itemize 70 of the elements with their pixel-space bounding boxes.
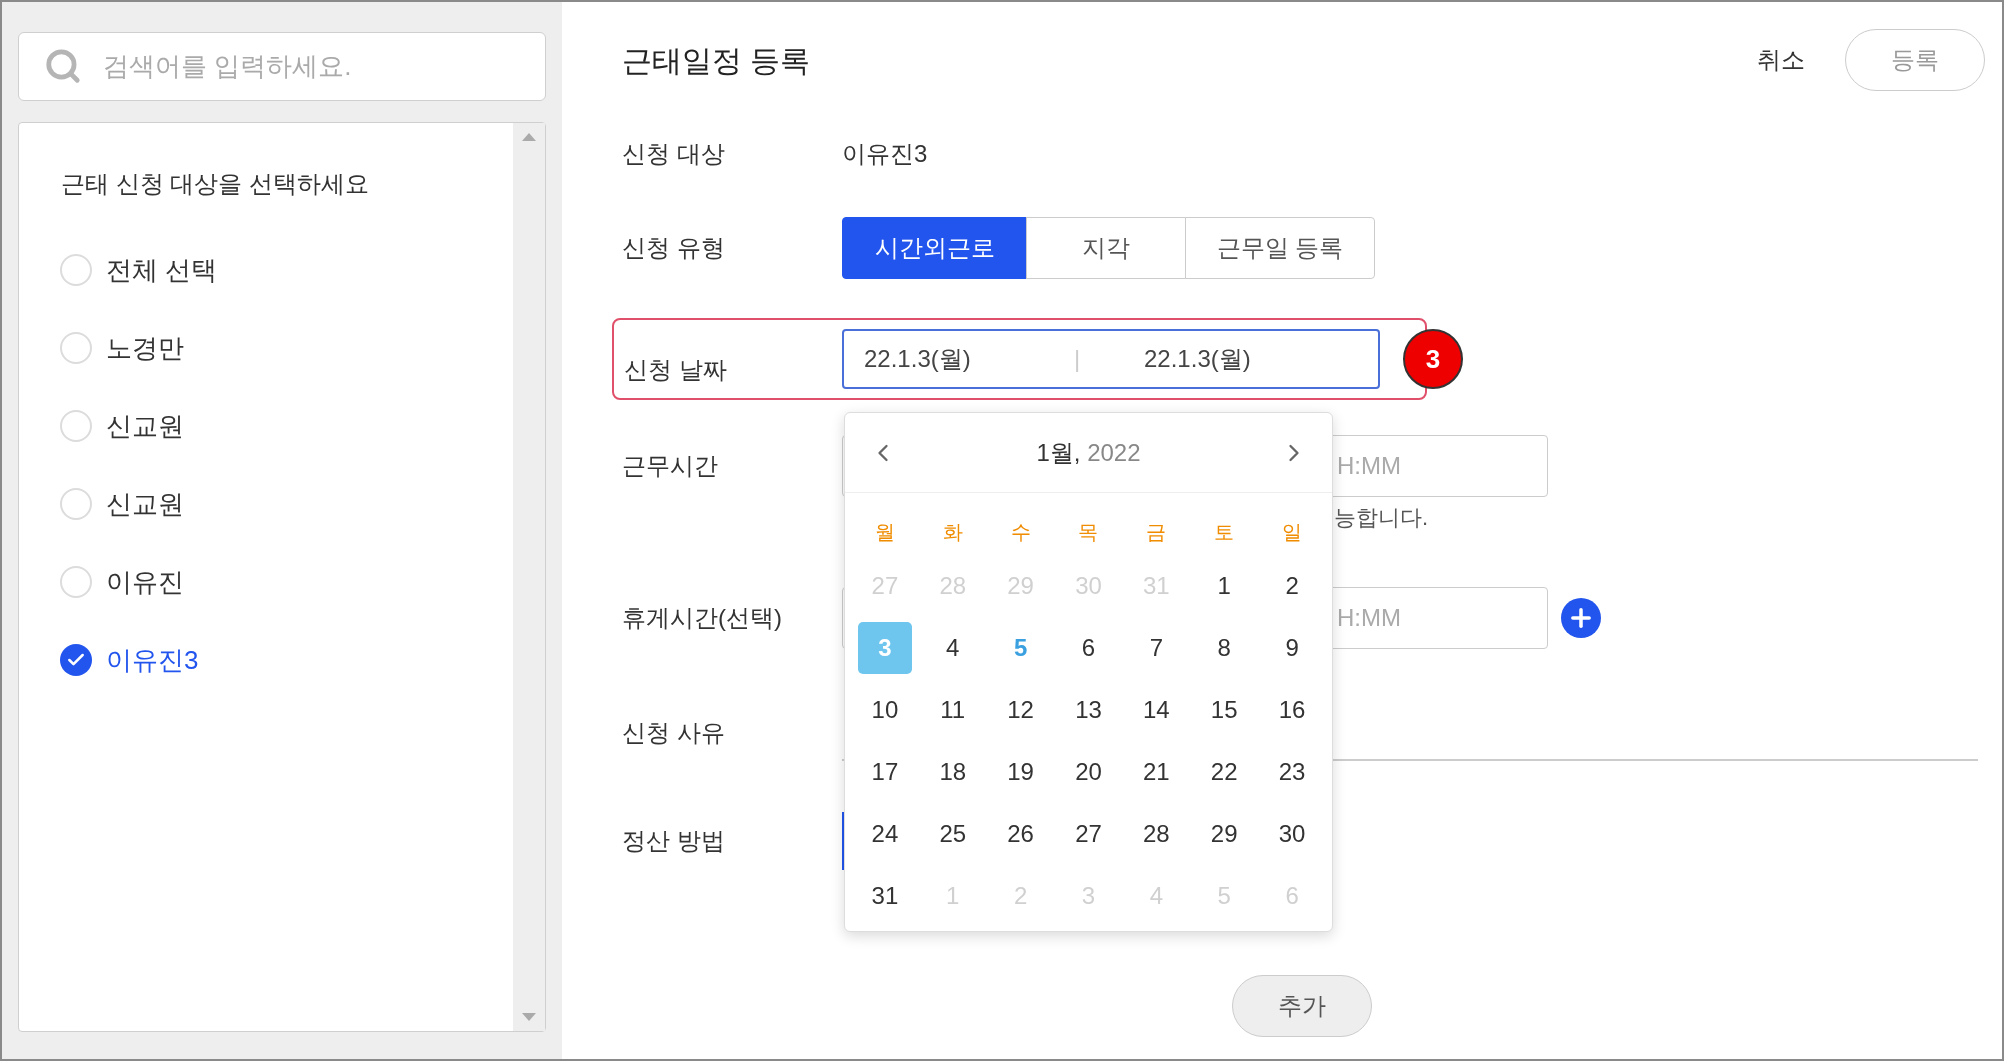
target-option[interactable]: 이유진 (60, 543, 513, 621)
add-icon[interactable] (1561, 598, 1601, 638)
add-button[interactable]: 추가 (1232, 975, 1372, 1037)
calendar-day[interactable]: 10 (857, 684, 912, 736)
search-icon (44, 47, 82, 85)
calendar-day[interactable]: 21 (1129, 746, 1184, 798)
field-label: 근무시간 (622, 451, 719, 481)
field-label: 신청 날짜 (624, 355, 728, 385)
calendar-day[interactable]: 7 (1129, 622, 1184, 674)
radio-icon (60, 254, 92, 286)
calendar-day[interactable]: 17 (857, 746, 912, 798)
field-label: 신청 사유 (622, 718, 726, 748)
calendar-day[interactable]: 6 (1061, 622, 1116, 674)
calendar-day[interactable]: 4 (925, 622, 980, 674)
calendar-day[interactable]: 8 (1197, 622, 1252, 674)
calendar-day[interactable]: 20 (1061, 746, 1116, 798)
field-label: 신청 대상 (622, 139, 726, 169)
list-heading: 근태 신청 대상을 선택하세요 (61, 169, 370, 199)
weekday-label: 토 (1213, 520, 1236, 545)
calendar-day[interactable]: 1 (1197, 560, 1252, 612)
type-tab[interactable]: 시간외근로 (842, 217, 1027, 279)
calendar-day[interactable]: 13 (1061, 684, 1116, 736)
radio-icon (60, 332, 92, 364)
calendar-day[interactable]: 22 (1197, 746, 1252, 798)
target-option[interactable]: 신교원 (60, 465, 513, 543)
target-option[interactable]: 노경만 (60, 309, 513, 387)
calendar-day[interactable]: 9 (1265, 622, 1320, 674)
target-value: 이유진3 (842, 139, 928, 169)
calendar-day[interactable]: 15 (1197, 684, 1252, 736)
calendar-day[interactable]: 24 (857, 808, 912, 860)
weekday-label: 화 (941, 520, 964, 545)
calendar-month-title: 1월, 2022 (1036, 437, 1141, 468)
calendar-day[interactable]: 2 (1265, 560, 1320, 612)
weekday-label: 목 (1077, 520, 1100, 545)
calendar-day[interactable]: 18 (925, 746, 980, 798)
radio-icon (60, 488, 92, 520)
calendar-day[interactable]: 12 (993, 684, 1048, 736)
field-label: 신청 유형 (622, 233, 726, 263)
weekday-label: 월 (873, 520, 896, 545)
cancel-button[interactable]: 취소 (1757, 42, 1805, 78)
field-label: 휴게시간(선택) (622, 603, 783, 633)
calendar-day[interactable]: 28 (1129, 808, 1184, 860)
step-badge: 3 (1403, 329, 1463, 389)
weekday-label: 수 (1009, 520, 1032, 545)
calendar-day[interactable]: 14 (1129, 684, 1184, 736)
target-option[interactable]: 전체 선택 (60, 231, 513, 309)
calendar-day[interactable]: 26 (993, 808, 1048, 860)
calendar-day[interactable]: 16 (1265, 684, 1320, 736)
type-tab[interactable]: 근무일 등록 (1185, 217, 1375, 279)
field-label: 정산 방법 (622, 826, 726, 856)
date-range-field[interactable]: 22.1.3(월) | 22.1.3(월) (842, 329, 1380, 389)
calendar-day[interactable]: 30 (1265, 808, 1320, 860)
search-field[interactable]: 검색어를 입력하세요. (18, 32, 546, 101)
target-option[interactable]: 이유진3 (60, 621, 513, 699)
target-option[interactable]: 신교원 (60, 387, 513, 465)
calendar-day[interactable]: 19 (993, 746, 1048, 798)
weekday-label: 금 (1145, 520, 1168, 545)
type-tab[interactable]: 지각 (1026, 217, 1186, 279)
calendar-day[interactable]: 11 (925, 684, 980, 736)
helper-text: 능합니다. (1334, 503, 1429, 532)
calendar-day[interactable]: 27 (1061, 808, 1116, 860)
radio-icon (60, 566, 92, 598)
weekday-label: 일 (1281, 520, 1304, 545)
calendar-day[interactable]: 31 (857, 870, 912, 922)
calendar-day[interactable]: 29 (1197, 808, 1252, 860)
page-title: 근태일정 등록 (622, 42, 812, 79)
calendar-day[interactable]: 23 (1265, 746, 1320, 798)
checked-icon (60, 644, 92, 676)
radio-icon (60, 410, 92, 442)
calendar-day[interactable]: 25 (925, 808, 980, 860)
